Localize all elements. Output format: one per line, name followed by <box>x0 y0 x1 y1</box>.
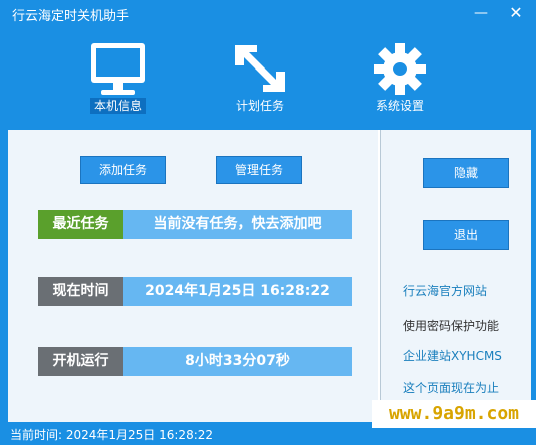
add-task-button[interactable]: 添加任务 <box>80 156 166 184</box>
title-bar: 行云海定时关机助手 — ✕ <box>0 0 536 28</box>
nav-system-settings[interactable]: 系统设置 <box>345 35 455 115</box>
row-label: 现在时间 <box>38 277 123 306</box>
extra-link[interactable]: 这个页面现在为止 <box>403 379 499 396</box>
monitor-icon <box>63 40 173 100</box>
content-panel: 添加任务 管理任务 最近任务 当前没有任务，快去添加吧 现在时间 2024年1月… <box>8 130 531 422</box>
window-title: 行云海定时关机助手 <box>12 9 130 24</box>
nav-label: 本机信息 <box>89 98 146 114</box>
password-protect-text: 使用密码保护功能 <box>403 319 500 333</box>
gear-icon <box>345 40 455 100</box>
app-window: 行云海定时关机助手 — ✕ 本机信息 计划任务 系统设置 添加任务 管理任务 最… <box>0 0 536 445</box>
status-text: 当前时间: 2024年1月25日 16:28:22 <box>10 428 214 442</box>
hide-button[interactable]: 隐藏 <box>423 158 509 188</box>
cms-link[interactable]: 企业建站XYHCMS <box>403 347 502 364</box>
close-button[interactable]: ✕ <box>505 2 527 24</box>
recent-task-row: 最近任务 当前没有任务，快去添加吧 <box>38 210 352 239</box>
row-label: 开机运行 <box>38 347 123 376</box>
uptime-row: 开机运行 8小时33分07秒 <box>38 347 352 376</box>
minimize-button[interactable]: — <box>470 2 492 24</box>
nav-label: 计划任务 <box>235 99 284 113</box>
side-pane: 隐藏 退出 行云海官方网站 使用密码保护功能 企业建站XYHCMS 这个页面现在… <box>380 130 531 422</box>
nav-label: 系统设置 <box>375 99 424 113</box>
row-value: 8小时33分07秒 <box>123 347 352 376</box>
row-label: 最近任务 <box>38 210 123 239</box>
official-site-link[interactable]: 行云海官方网站 <box>403 282 487 299</box>
nav-local-info[interactable]: 本机信息 <box>63 35 173 115</box>
manage-task-button[interactable]: 管理任务 <box>216 156 302 184</box>
exit-button[interactable]: 退出 <box>423 220 509 250</box>
watermark: www.9a9m.com <box>372 400 536 428</box>
arrows-icon <box>205 40 315 100</box>
current-time-row: 现在时间 2024年1月25日 16:28:22 <box>38 277 352 306</box>
info-pane: 添加任务 管理任务 最近任务 当前没有任务，快去添加吧 现在时间 2024年1月… <box>8 130 378 422</box>
row-value: 2024年1月25日 16:28:22 <box>123 277 352 306</box>
nav-scheduled-tasks[interactable]: 计划任务 <box>205 35 315 115</box>
row-value: 当前没有任务，快去添加吧 <box>123 210 352 239</box>
